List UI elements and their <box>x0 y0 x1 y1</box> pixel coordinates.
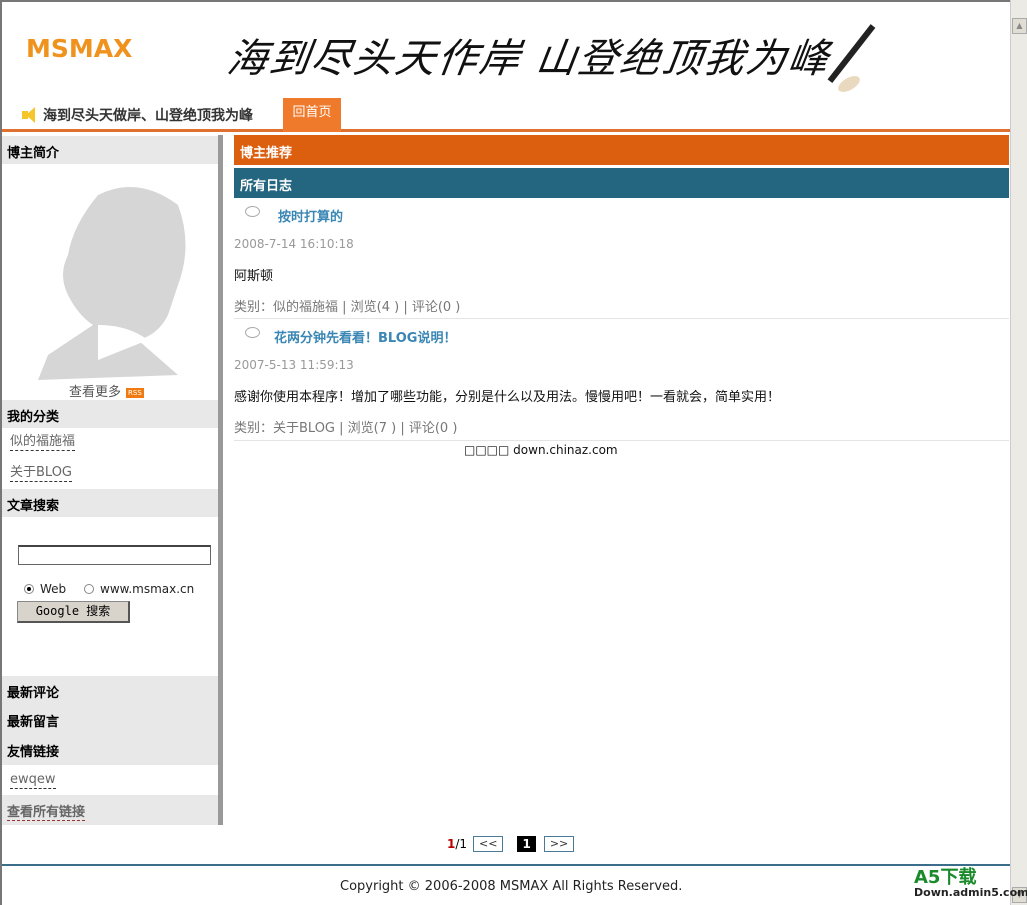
footer-divider <box>2 864 1010 866</box>
radio-web-label: Web <box>40 582 67 596</box>
page-indicator: 1/1 <box>447 837 467 851</box>
view-more-label: 查看更多 <box>69 385 122 400</box>
recommend-heading: 博主推荐 <box>234 135 1009 165</box>
radio-checked-icon[interactable] <box>24 584 34 594</box>
speaker-icon <box>20 106 40 124</box>
radio-site-label: www.msmax.cn <box>100 582 195 596</box>
source-note: □□□□ down.chinaz.com <box>464 443 618 457</box>
a5-badge-sub: Down.admin5.com <box>914 886 1027 899</box>
prev-page-button[interactable]: << <box>473 836 504 852</box>
comment-bubble-icon <box>245 327 260 338</box>
search-heading: 文章搜索 <box>2 489 218 517</box>
post-body: 感谢你使用本程序！增加了哪些功能，分别是什么以及用法。慢慢用吧！一看就会，简单实… <box>234 390 781 405</box>
slogan: 海到尽头天做岸、山登绝顶我为峰 <box>20 105 253 125</box>
search-input[interactable] <box>18 545 211 565</box>
copyright: Copyright © 2006-2008 MSMAX All Rights R… <box>340 879 683 894</box>
post-meta[interactable]: 类别：似的福施福 | 浏览(4 ) | 评论(0 ) <box>234 296 460 315</box>
all-links-row: 查看所有链接 <box>2 795 218 825</box>
scroll-up-icon[interactable]: ▲ <box>1012 18 1027 34</box>
friend-link[interactable]: ewqew <box>10 772 56 789</box>
site-logo[interactable]: MSMAX <box>26 34 132 63</box>
all-posts-heading: 所有日志 <box>234 168 1009 198</box>
latest-messages-heading: 最新留言 <box>2 705 218 735</box>
post-meta[interactable]: 类别：关于BLOG | 浏览(7 ) | 评论(0 ) <box>234 417 457 436</box>
a5-badge-text: A5下载 <box>914 867 977 888</box>
comment-bubble-icon <box>245 206 260 217</box>
category-link[interactable]: 关于BLOG <box>10 465 73 482</box>
post-title[interactable]: 按时打算的 <box>278 206 343 225</box>
post-item: 花两分钟先看看！BLOG说明！ 2007-5-13 11:59:13 感谢你使用… <box>234 320 1009 441</box>
categories-heading: 我的分类 <box>2 400 218 428</box>
post-date: 2007-5-13 11:59:13 <box>234 358 354 372</box>
radio-site[interactable]: www.msmax.cn <box>84 582 194 596</box>
radio-unchecked-icon[interactable] <box>84 584 94 594</box>
post-date: 2008-7-14 16:10:18 <box>234 237 354 251</box>
sidebar: 博主简介 查看更多 RSS 我的分类 似的福施福 关于BLOG 文章搜索 Web … <box>2 135 223 825</box>
radio-web[interactable]: Web <box>24 582 66 596</box>
links-heading: 友情链接 <box>2 735 218 765</box>
view-more-link[interactable]: 查看更多 RSS <box>69 381 144 400</box>
rss-icon[interactable]: RSS <box>126 387 144 398</box>
home-link[interactable]: 回首页 <box>283 98 341 132</box>
scrollbar[interactable]: ▲ ▼ <box>1010 0 1027 905</box>
post-item: 按时打算的 2008-7-14 16:10:18 阿斯顿 类别：似的福施福 | … <box>234 198 1009 319</box>
google-search-button[interactable]: Google 搜索 <box>17 601 130 623</box>
next-page-button[interactable]: >> <box>543 836 575 852</box>
pagination: 1/1 << 1 >> <box>447 836 575 852</box>
calligraphy-banner: 海到尽头天作岸 山登绝顶我为峰 <box>224 36 834 82</box>
post-title[interactable]: 花两分钟先看看！BLOG说明！ <box>274 327 456 346</box>
profile-heading: 博主简介 <box>2 136 218 164</box>
latest-comments-heading: 最新评论 <box>2 676 218 705</box>
slogan-text: 海到尽头天做岸、山登绝顶我为峰 <box>43 108 253 124</box>
all-links-link[interactable]: 查看所有链接 <box>7 805 86 821</box>
post-body: 阿斯顿 <box>234 269 274 284</box>
total-pages: /1 <box>455 837 468 851</box>
nav-bar: 海到尽头天做岸、山登绝顶我为峰 回首页 <box>2 97 1010 132</box>
category-link[interactable]: 似的福施福 <box>10 434 76 451</box>
a5-badge: A5下载 Down.admin5.com <box>914 869 1027 899</box>
avatar <box>38 187 186 380</box>
page-1-button[interactable]: 1 <box>517 836 536 852</box>
